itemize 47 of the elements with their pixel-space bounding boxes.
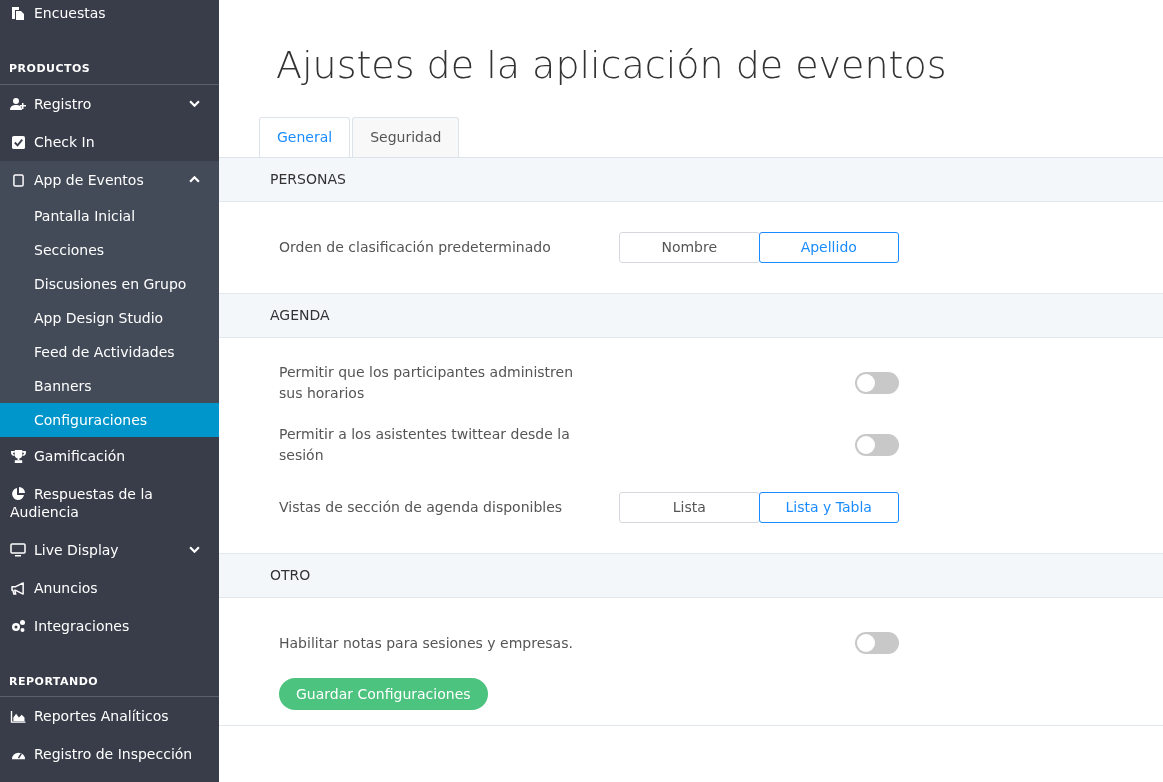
setting-label: Habilitar notas para sesiones y empresas. [279, 633, 574, 653]
setting-label: Orden de clasificación predeterminado [279, 237, 552, 257]
setting-label: Permitir a los asistentes twittear desde la sesión [279, 425, 571, 465]
sidebar-subitem[interactable]: Discusiones en Grupo [0, 266, 219, 301]
segment-option[interactable]: Lista [619, 491, 760, 523]
section-heading: REPORTANDO [8, 673, 100, 690]
sidebar-subitem[interactable]: Feed de Actividades [0, 334, 219, 369]
trophy-icon [10, 449, 26, 463]
page-title: Ajustes de la aplicación de eventos [275, 42, 948, 89]
toggle-switch[interactable] [855, 632, 899, 654]
segment-option[interactable]: Nombre [619, 231, 760, 263]
section-title: OTRO [270, 566, 311, 585]
sidebar-item[interactable]: Registro [0, 84, 219, 123]
sidebar-subitem[interactable]: Banners [0, 368, 219, 403]
area-chart-icon [10, 710, 26, 723]
chevron-down-icon [189, 545, 200, 553]
toggle-switch[interactable] [855, 434, 899, 456]
sidebar-subitem[interactable]: App Design Studio [0, 300, 219, 335]
section-heading: PRODUCTOS [8, 61, 92, 77]
sidebar-item[interactable]: App de Eventos [0, 160, 219, 199]
sidebar-item[interactable]: Respuestas de la Audiencia [0, 474, 219, 531]
sidebar-item[interactable]: Live Display [0, 530, 219, 569]
tablet-icon [12, 173, 24, 187]
megaphone-icon [10, 581, 26, 595]
pie-chart-icon [11, 486, 25, 501]
checkbox-icon [11, 135, 25, 149]
sidebar-subitem[interactable]: Secciones [0, 232, 219, 267]
chevron-down-icon [189, 99, 200, 107]
sidebar-subitem[interactable]: Pantalla Inicial [0, 198, 219, 233]
monitor-icon [10, 542, 26, 557]
gears-icon [10, 618, 26, 633]
sidebar-item[interactable]: Anuncios [0, 568, 219, 607]
sidebar-item[interactable]: Reportes Analíticos [0, 697, 219, 735]
sidebar-item[interactable]: Gamificación [0, 436, 219, 475]
user-plus-icon [10, 96, 26, 111]
sidebar-item[interactable]: Registro de Inspección [0, 735, 219, 773]
section-title: PERSONAS [270, 170, 346, 189]
sidebar-item[interactable]: Encuestas [0, 0, 219, 32]
chevron-up-icon [189, 175, 200, 183]
section-title: AGENDA [270, 306, 330, 325]
toggle-switch[interactable] [855, 372, 899, 394]
sidebar-item[interactable]: Integraciones [0, 606, 219, 645]
sidebar-item[interactable]: Check In [0, 122, 219, 161]
documents-icon [11, 6, 25, 20]
setting-label: Vistas de sección de agenda disponibles [279, 497, 564, 517]
tab[interactable]: Seguridad [352, 117, 460, 157]
setting-label: Permitir que los participantes administren sus horarios [279, 363, 575, 403]
